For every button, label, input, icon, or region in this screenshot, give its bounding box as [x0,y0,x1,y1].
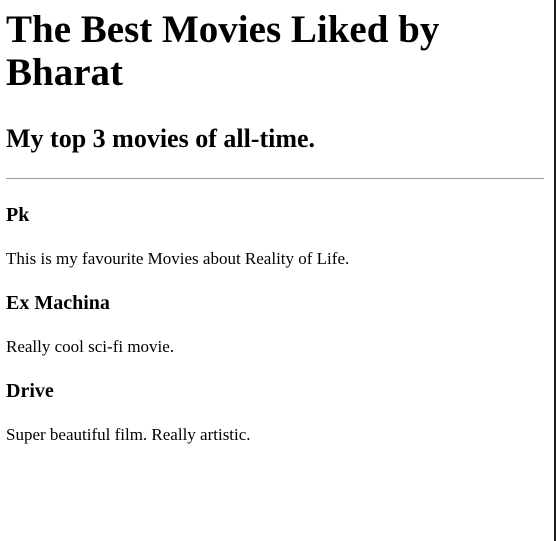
movie-description: This is my favourite Movies about Realit… [6,249,350,268]
page-subtitle: My top 3 movies of all-time. [6,124,316,153]
movie-item: Ex Machina Really cool sci-fi movie. [6,291,544,357]
movie-list: Pk This is my favourite Movies about Rea… [6,203,544,445]
movie-title: Pk [6,204,30,226]
page-title: The Best Movies Liked by Bharat [6,8,440,94]
movie-description: Really cool sci-fi movie. [6,337,175,356]
movie-item: Pk This is my favourite Movies about Rea… [6,203,544,269]
movie-title: Drive [6,380,54,402]
movie-title: Ex Machina [6,292,110,314]
page-content: The Best Movies Liked by Bharat My top 3… [6,0,544,445]
section-divider [6,178,544,179]
movie-description: Super beautiful film. Really artistic. [6,425,251,444]
movie-item: Drive Super beautiful film. Really artis… [6,379,544,445]
